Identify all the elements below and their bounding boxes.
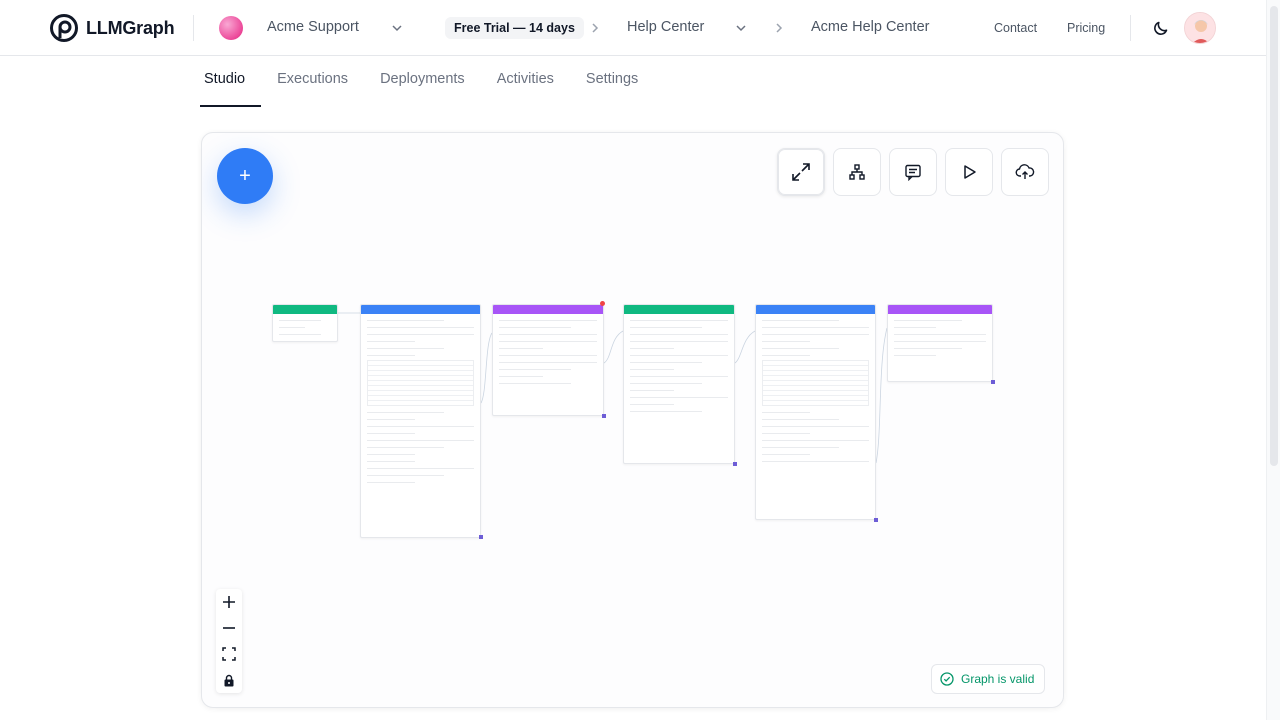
check-circle-icon bbox=[940, 672, 954, 686]
fit-view-icon bbox=[222, 647, 236, 661]
resize-handle[interactable] bbox=[479, 535, 483, 539]
graph-node-llm[interactable] bbox=[492, 304, 604, 416]
graph-node-router[interactable] bbox=[623, 304, 735, 464]
llmgraph-logo-icon bbox=[50, 14, 78, 42]
zoom-in-button[interactable] bbox=[216, 589, 242, 615]
org-avatar[interactable] bbox=[219, 16, 243, 40]
graph-node-llm-2[interactable] bbox=[887, 304, 993, 382]
lock-button[interactable] bbox=[216, 667, 242, 693]
minus-icon bbox=[223, 627, 235, 629]
project-selector[interactable]: Help Center bbox=[627, 19, 704, 35]
graph-node-input[interactable] bbox=[272, 304, 338, 342]
chevron-right-icon bbox=[592, 23, 599, 33]
trial-badge: Free Trial — 14 days bbox=[445, 17, 584, 39]
resize-handle[interactable] bbox=[874, 518, 878, 522]
scrollbar-thumb[interactable] bbox=[1270, 6, 1278, 466]
graph-valid-status: Graph is valid bbox=[931, 664, 1046, 694]
chevron-right-icon bbox=[776, 23, 783, 33]
tab-executions[interactable]: Executions bbox=[261, 57, 364, 107]
plus-icon bbox=[223, 596, 235, 608]
brand-name: LLMGraph bbox=[86, 17, 175, 38]
user-portrait-icon bbox=[1185, 13, 1215, 43]
top-header: LLMGraph Acme Support Free Trial — 14 da… bbox=[0, 0, 1266, 56]
node-error-indicator bbox=[600, 301, 605, 306]
lock-icon bbox=[224, 674, 234, 686]
zoom-out-button[interactable] bbox=[216, 615, 242, 641]
moon-icon[interactable] bbox=[1152, 19, 1170, 37]
chevron-down-icon[interactable] bbox=[389, 20, 405, 36]
breadcrumb-current: Acme Help Center bbox=[811, 19, 930, 35]
graph-node-prompt[interactable] bbox=[360, 304, 481, 538]
tab-settings[interactable]: Settings bbox=[570, 57, 654, 107]
graph-status-label: Graph is valid bbox=[961, 672, 1035, 686]
graph-node-prompt-2[interactable] bbox=[755, 304, 876, 520]
zoom-controls bbox=[216, 589, 242, 693]
tab-studio[interactable]: Studio bbox=[200, 57, 262, 107]
org-selector[interactable]: Acme Support bbox=[267, 19, 359, 35]
page-scrollbar[interactable] bbox=[1266, 0, 1280, 720]
header-divider bbox=[1130, 15, 1131, 41]
fit-view-button[interactable] bbox=[216, 641, 242, 667]
resize-handle[interactable] bbox=[602, 414, 606, 418]
pricing-link[interactable]: Pricing bbox=[1067, 21, 1105, 35]
chevron-down-icon[interactable] bbox=[733, 20, 749, 36]
contact-link[interactable]: Contact bbox=[994, 21, 1037, 35]
tab-deployments[interactable]: Deployments bbox=[364, 57, 481, 107]
tab-activities[interactable]: Activities bbox=[481, 57, 570, 107]
brand-logo[interactable]: LLMGraph bbox=[50, 14, 175, 42]
header-divider bbox=[193, 15, 194, 41]
resize-handle[interactable] bbox=[733, 462, 737, 466]
resize-handle[interactable] bbox=[991, 380, 995, 384]
studio-tabs: Studio Executions Deployments Activities… bbox=[200, 57, 654, 107]
user-avatar[interactable] bbox=[1184, 12, 1216, 44]
graph-canvas[interactable]: + Graph is valid bbox=[201, 132, 1064, 708]
